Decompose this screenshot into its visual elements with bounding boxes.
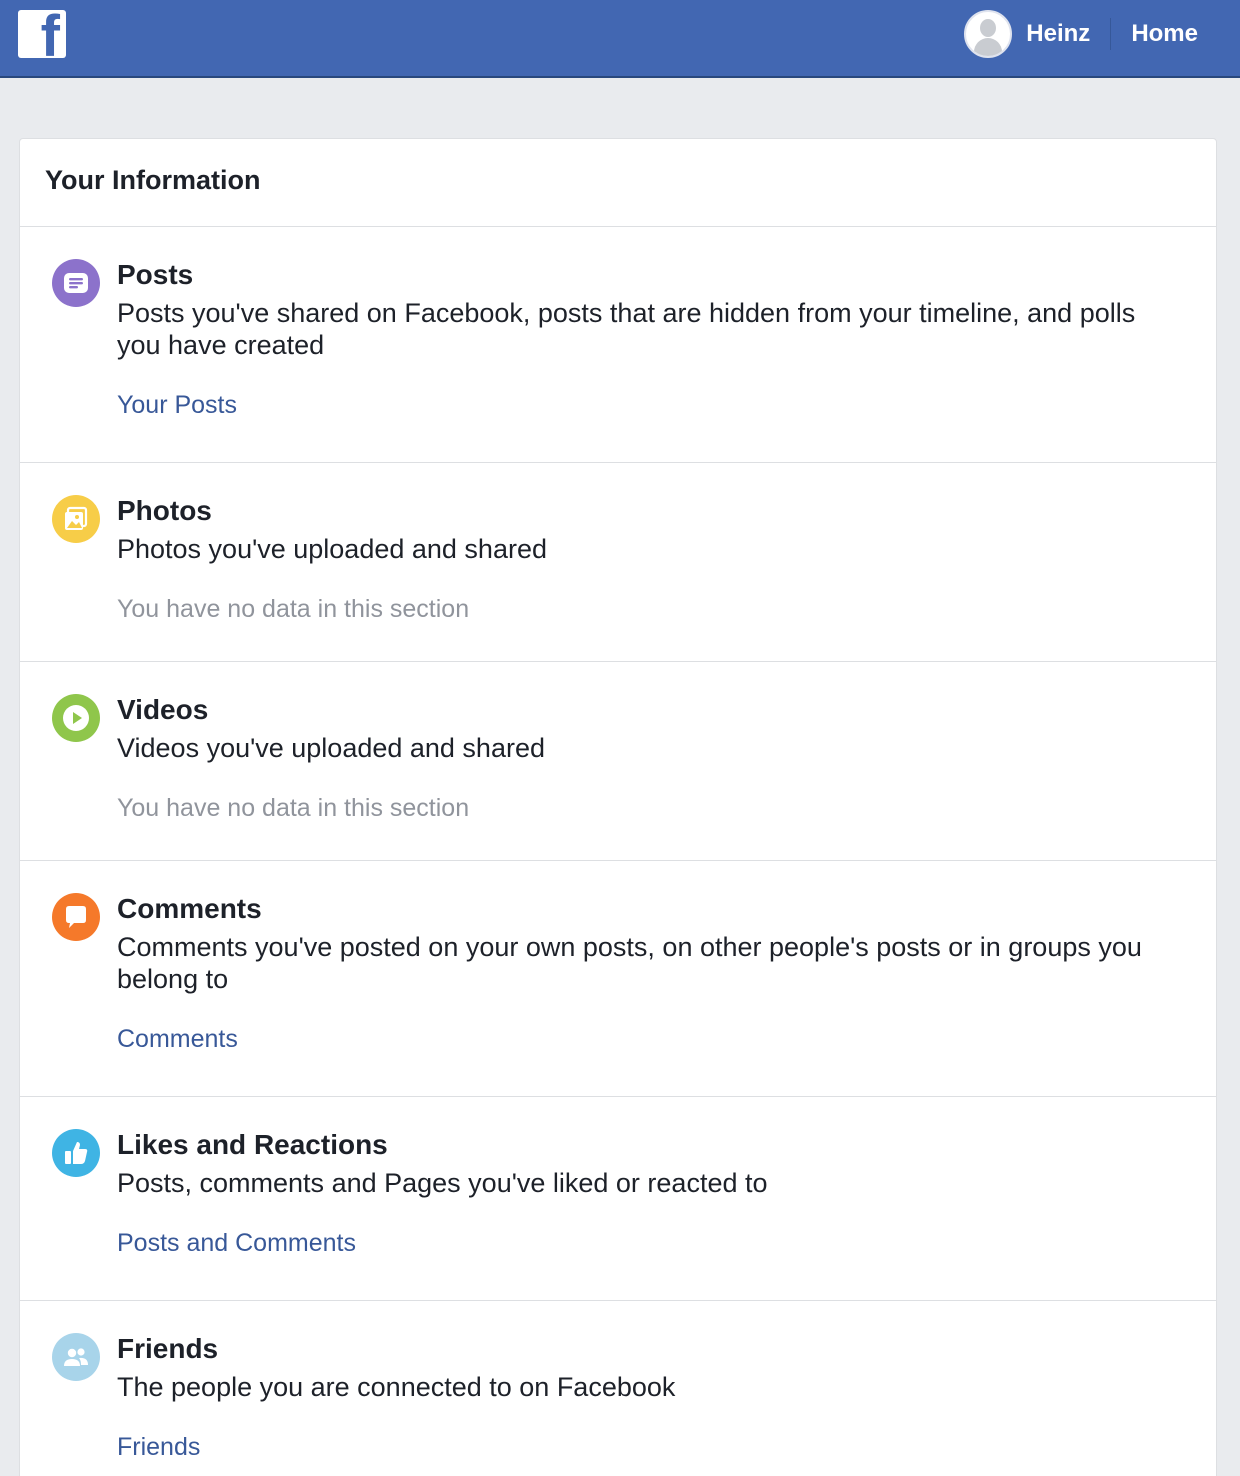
section-photos: Photos Photos you've uploaded and shared… bbox=[20, 463, 1216, 662]
avatar-head-shape bbox=[980, 19, 997, 37]
section-description: Photos you've uploaded and shared bbox=[117, 534, 547, 564]
section-title: Photos bbox=[117, 495, 212, 526]
comments-icon bbox=[52, 893, 100, 941]
profile-name-link[interactable]: Heinz bbox=[1026, 20, 1090, 48]
section-description: Comments you've posted on your own posts… bbox=[117, 932, 1142, 994]
section-description: Posts, comments and Pages you've liked o… bbox=[117, 1168, 768, 1198]
empty-state-text: You have no data in this section bbox=[117, 794, 470, 822]
section-posts: Posts Posts you've shared on Facebook, p… bbox=[20, 227, 1216, 463]
posts-and-comments-link[interactable]: Posts and Comments bbox=[117, 1229, 356, 1258]
comments-link[interactable]: Comments bbox=[117, 1025, 238, 1054]
facebook-logo-icon[interactable]: f bbox=[18, 10, 66, 58]
section-comments: Comments Comments you've posted on your … bbox=[20, 861, 1216, 1097]
card-header: Your Information bbox=[20, 139, 1216, 227]
section-title: Likes and Reactions bbox=[117, 1129, 388, 1160]
section-title: Friends bbox=[117, 1333, 219, 1364]
section-friends: Friends The people you are connected to … bbox=[20, 1301, 1216, 1476]
section-likes-and-reactions: Likes and Reactions Posts, comments and … bbox=[20, 1097, 1216, 1301]
nav-right-group: Heinz Home bbox=[964, 10, 1198, 58]
friends-link[interactable]: Friends bbox=[117, 1433, 200, 1462]
top-navigation-bar: f Heinz Home bbox=[0, 0, 1240, 78]
your-posts-link[interactable]: Your Posts bbox=[117, 391, 237, 420]
page-title: Your Information bbox=[45, 165, 261, 195]
likes-icon bbox=[52, 1129, 100, 1177]
your-information-card: Your Information Posts Posts you've shar… bbox=[19, 138, 1217, 1476]
avatar-body-shape bbox=[974, 38, 1003, 56]
section-title: Posts bbox=[117, 259, 194, 290]
posts-icon bbox=[52, 259, 100, 307]
empty-state-text: You have no data in this section bbox=[117, 595, 470, 623]
section-title: Videos bbox=[117, 694, 209, 725]
section-videos: Videos Videos you've uploaded and shared… bbox=[20, 662, 1216, 861]
photos-icon bbox=[52, 495, 100, 543]
home-link[interactable]: Home bbox=[1131, 20, 1198, 48]
section-title: Comments bbox=[117, 893, 262, 924]
avatar[interactable] bbox=[964, 10, 1013, 58]
videos-icon bbox=[52, 694, 100, 742]
nav-divider bbox=[1110, 18, 1112, 50]
section-description: Posts you've shared on Facebook, posts t… bbox=[117, 298, 1136, 360]
section-description: The people you are connected to on Faceb… bbox=[117, 1372, 676, 1402]
section-description: Videos you've uploaded and shared bbox=[117, 733, 545, 763]
facebook-logo-letter: f bbox=[40, 10, 60, 58]
friends-icon bbox=[52, 1333, 100, 1381]
